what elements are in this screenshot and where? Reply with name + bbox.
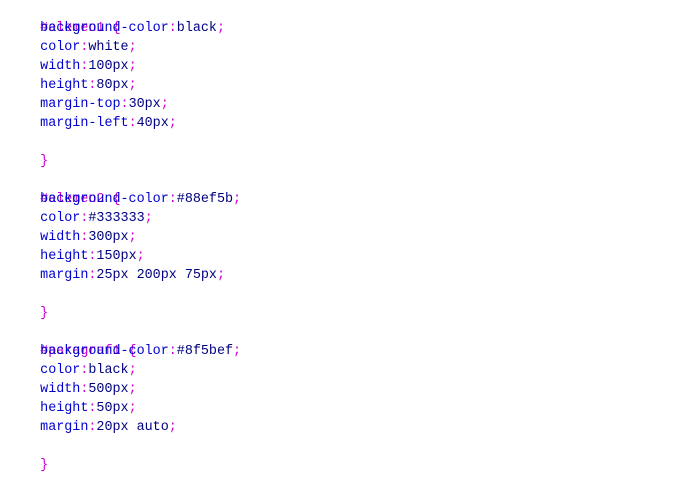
property-value: #88ef5b [176,192,234,207]
property-name: height [40,401,89,416]
code-line-declaration: background-color:black; [40,21,226,36]
property-value: 100px [88,59,129,74]
property-name: width [40,59,81,74]
property-value: #8f5bef [176,344,234,359]
code-line-declaration: width:100px; [40,59,137,74]
code-line-closing-brace: } [8,285,48,321]
closing-brace: } [40,458,49,473]
code-line-declaration: width:500px; [40,382,137,397]
property-value: 30px [128,97,161,112]
code-line-selector: #elemen2 { [8,171,120,207]
closing-brace: } [40,306,49,321]
code-line-declaration: color:black; [40,363,137,378]
code-line-declaration: height:50px; [40,401,137,416]
property-value: #333333 [88,211,145,226]
property-name: color [40,211,81,226]
property-name: margin-top [40,97,121,112]
property-name: background-color [40,192,169,207]
code-line-declaration: margin-left:40px; [40,116,177,131]
property-value: 300px [88,230,129,245]
property-value: black [176,21,217,36]
property-name: color [40,40,81,55]
code-line-declaration: height:150px; [40,249,145,264]
property-name: margin-left [40,116,129,131]
property-value: 25px 200px 75px [96,268,217,283]
property-value: 80px [96,78,129,93]
property-name: margin [40,268,89,283]
property-value: 20px auto [96,420,169,435]
closing-brace: } [40,154,49,169]
property-name: height [40,78,89,93]
code-line-declaration: height:80px; [40,78,137,93]
code-line-declaration: margin:25px 200px 75px; [40,268,226,283]
property-name: width [40,230,81,245]
code-line-declaration: margin:20px auto; [40,420,177,435]
code-line-declaration: background-color:#8f5bef; [40,344,242,359]
property-value: black [88,363,129,378]
property-value: 50px [96,401,129,416]
property-value: white [88,40,129,55]
property-name: color [40,363,81,378]
property-value: 150px [96,249,137,264]
code-line-selector: #paragraf1 { [8,323,136,359]
code-line-selector: #elemen1 { [8,0,120,36]
property-value: 500px [88,382,129,397]
code-line-declaration: width:300px; [40,230,137,245]
property-value: 40px [136,116,169,131]
code-line-closing-brace: } [8,133,48,169]
code-line-declaration: color:white; [40,40,137,55]
property-name: margin [40,420,89,435]
code-line-closing-brace: } [8,437,48,473]
code-line-declaration: color:#333333; [40,211,153,226]
property-name: height [40,249,89,264]
property-name: background-color [40,21,169,36]
code-line-declaration: margin-top:30px; [40,97,169,112]
property-name: background-color [40,344,169,359]
css-code-editor[interactable]: #elemen1 { background-color:black; color… [0,0,683,473]
property-name: width [40,382,81,397]
code-line-declaration: background-color:#88ef5b; [40,192,242,207]
